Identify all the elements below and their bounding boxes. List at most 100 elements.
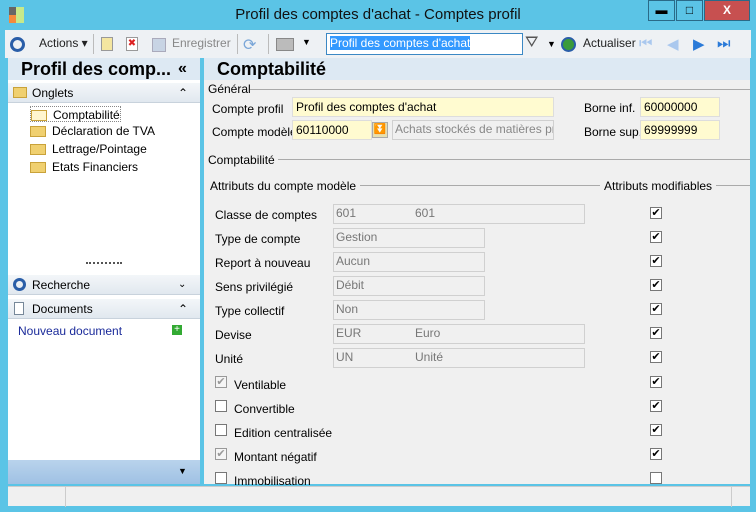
compte-modele-input[interactable]: 60110000 — [292, 120, 372, 140]
field-value: Débit — [333, 276, 485, 296]
modifiable-checkbox[interactable]: ✔ — [650, 255, 662, 267]
divider — [360, 185, 600, 186]
section-onglets[interactable]: Onglets ⌃ — [8, 83, 200, 103]
group-general: Général — [208, 82, 251, 96]
tree-item-tva[interactable]: Déclaration de TVA — [30, 123, 155, 139]
folder-icon — [30, 144, 46, 155]
open-folder-icon — [31, 110, 47, 121]
folder-icon — [30, 162, 46, 173]
modifiable-checkbox[interactable]: ✔ — [650, 279, 662, 291]
folder-icon — [13, 87, 27, 98]
modifiable-checkbox[interactable]: ✔ — [650, 327, 662, 339]
add-icon[interactable]: + — [172, 325, 182, 335]
previous-record-icon[interactable]: ◀ — [667, 35, 679, 53]
attribute-checkbox: ✔ — [215, 376, 227, 388]
filter-dropdown-icon[interactable]: ▼ — [547, 39, 556, 49]
tree-item-comptabilite[interactable]: Comptabilité — [30, 106, 121, 122]
section-label: Onglets — [32, 86, 74, 100]
filter-icon[interactable]: ⛛ — [525, 34, 538, 52]
attribute-checkbox[interactable] — [215, 424, 227, 436]
field-label: Unité — [215, 352, 244, 366]
divider — [731, 487, 732, 507]
compte-profil-input[interactable]: Profil des comptes d'achat — [292, 97, 554, 117]
close-button[interactable]: X — [704, 0, 750, 21]
field-value: Non — [333, 300, 485, 320]
divider — [278, 159, 750, 160]
toolbar: Actions ▾ ✖ Enregistrer ⟳ ▼ Profil des c… — [5, 30, 751, 58]
field-value: Gestion — [333, 228, 485, 248]
checkbox-label: Montant négatif — [234, 450, 317, 464]
section-recherche[interactable]: Recherche ⌄ — [8, 275, 200, 295]
field-label: Classe de comptes — [215, 208, 318, 222]
main-panel: Comptabilité Général Compte profil Profi… — [204, 58, 750, 488]
new-document-link[interactable]: Nouveau document — [18, 324, 122, 338]
collapse-chevron-icon[interactable]: ⌃ — [178, 83, 188, 103]
field-value-description: 601 — [415, 206, 436, 220]
panel-title: Profil des comp... « — [8, 58, 200, 80]
checkbox-label: Convertible — [234, 402, 295, 416]
save-icon[interactable] — [152, 38, 166, 52]
left-panel: Profil des comp... « Onglets ⌃ Comptabilit… — [8, 58, 200, 484]
last-record-icon[interactable]: ⏭ — [717, 35, 731, 52]
tree-item-etats[interactable]: Etats Financiers — [30, 159, 138, 175]
refresh-button[interactable]: Actualiser — [583, 36, 636, 50]
status-bar — [8, 486, 750, 507]
new-icon[interactable] — [101, 37, 113, 51]
splitter-handle[interactable] — [86, 262, 122, 264]
modifiable-checkbox[interactable]: ✔ — [650, 207, 662, 219]
label: Compte modèle — [212, 125, 297, 139]
first-record-icon[interactable]: ⏮ — [639, 35, 653, 52]
collapse-panel-button[interactable]: « — [178, 58, 187, 80]
tree-label: Déclaration de TVA — [52, 124, 155, 138]
modifiable-checkbox[interactable]: ✔ — [650, 448, 662, 460]
tree-item-lettrage[interactable]: Lettrage/Pointage — [30, 141, 147, 157]
field-value: EUR — [333, 324, 585, 344]
attribute-checkbox[interactable] — [215, 400, 227, 412]
modifiable-checkbox[interactable]: ✔ — [650, 400, 662, 412]
menu-icon[interactable] — [10, 37, 25, 52]
modifiable-checkbox[interactable] — [650, 472, 662, 484]
page-title: Comptabilité — [204, 58, 750, 80]
refresh-icon[interactable] — [561, 37, 576, 52]
tree-label: Comptabilité — [53, 108, 120, 122]
compte-modele-description: Achats stockés de matières pre — [392, 120, 554, 140]
delete-icon[interactable]: ✖ — [126, 37, 138, 51]
section-documents[interactable]: Documents ⌃ — [8, 299, 200, 319]
label: Compte profil — [212, 102, 284, 116]
field-label: Type collectif — [215, 304, 285, 318]
borne-sup-input[interactable]: 69999999 — [640, 120, 720, 140]
chevron-down-icon[interactable]: ⏬ — [372, 122, 388, 138]
save-button[interactable]: Enregistrer — [172, 36, 231, 50]
label: Borne sup. — [584, 125, 643, 139]
search-input[interactable]: Profil des comptes d'achat — [326, 33, 523, 55]
modifiable-checkbox[interactable]: ✔ — [650, 376, 662, 388]
minimize-button[interactable]: ▬ — [648, 0, 675, 21]
field-value: 601 — [333, 204, 585, 224]
dropdown-icon[interactable]: ▼ — [178, 466, 187, 476]
modifiable-checkbox[interactable]: ✔ — [650, 424, 662, 436]
maximize-button[interactable]: □ — [676, 0, 703, 21]
next-record-icon[interactable]: ▶ — [693, 35, 705, 53]
checkbox-label: Edition centralisée — [234, 426, 333, 440]
tree-label: Lettrage/Pointage — [52, 142, 147, 156]
label: Borne inf. — [584, 101, 636, 115]
expand-chevron-icon[interactable]: ⌄ — [178, 275, 186, 295]
sync-icon[interactable]: ⟳ — [243, 35, 256, 55]
field-value: UN — [333, 348, 585, 368]
document-icon — [14, 302, 24, 315]
group-comptabilite: Comptabilité — [208, 153, 275, 167]
modifiable-checkbox[interactable]: ✔ — [650, 303, 662, 315]
modifiable-checkbox[interactable]: ✔ — [650, 351, 662, 363]
separator — [237, 34, 238, 54]
group-attributs-modele: Attributs du compte modèle — [210, 179, 357, 193]
collapse-chevron-icon[interactable]: ⌃ — [178, 299, 188, 319]
panel-title-text: Profil des comp... — [21, 59, 172, 79]
borne-inf-input[interactable]: 60000000 — [640, 97, 720, 117]
print-dropdown-icon[interactable]: ▼ — [302, 37, 311, 47]
divider — [716, 185, 750, 186]
modifiable-checkbox[interactable]: ✔ — [650, 231, 662, 243]
actions-menu[interactable]: Actions ▾ — [39, 36, 88, 50]
print-icon[interactable] — [276, 38, 294, 51]
attribute-checkbox[interactable] — [215, 472, 227, 484]
separator — [93, 34, 94, 54]
